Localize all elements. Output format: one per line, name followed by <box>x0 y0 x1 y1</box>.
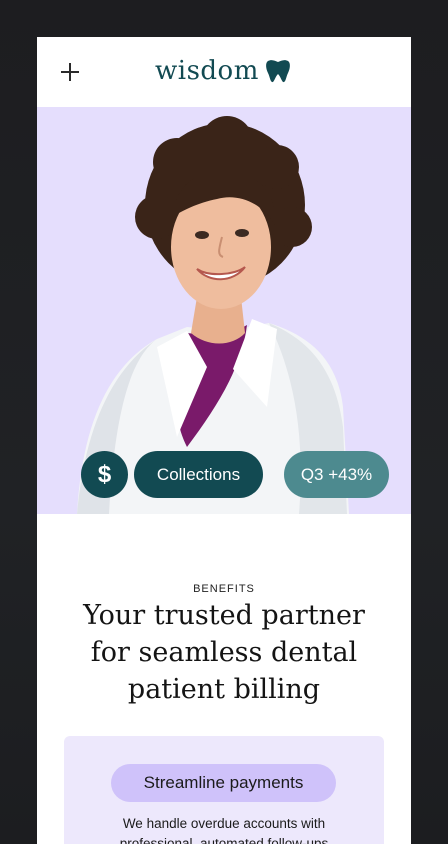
top-nav: wisdom <box>37 37 411 108</box>
benefit-text-line-1: We handle overdue accounts with <box>122 816 326 831</box>
headline-line-3: patient billing <box>127 674 321 705</box>
brand-logo[interactable]: wisdom <box>155 53 291 89</box>
section-headline: Your trusted partner for seamless dental… <box>67 597 381 708</box>
logo-wordmark: wisdom <box>155 56 259 86</box>
benefit-description: We handle overdue accounts with professi… <box>82 814 366 844</box>
streamline-payments-pill: Streamline payments <box>111 764 336 802</box>
dollar-icon: $ <box>81 451 128 498</box>
headline-line-1: Your trusted partner <box>83 600 365 631</box>
phone-screen: wisdom $ Collections Q3 +43% BENEFITS Yo… <box>37 37 411 844</box>
benefit-text-line-2: professional, automated follow-ups <box>119 836 329 844</box>
device-frame: wisdom $ Collections Q3 +43% BENEFITS Yo… <box>0 0 448 844</box>
plus-menu-icon[interactable] <box>59 61 81 83</box>
benefit-card: Streamline payments We handle overdue ac… <box>64 736 384 844</box>
tooth-icon <box>265 60 290 83</box>
growth-stat-badge: Q3 +43% <box>284 451 389 498</box>
section-eyebrow: BENEFITS <box>193 583 255 595</box>
collections-badge: Collections <box>134 451 263 498</box>
headline-line-2: for seamless dental <box>90 637 358 668</box>
